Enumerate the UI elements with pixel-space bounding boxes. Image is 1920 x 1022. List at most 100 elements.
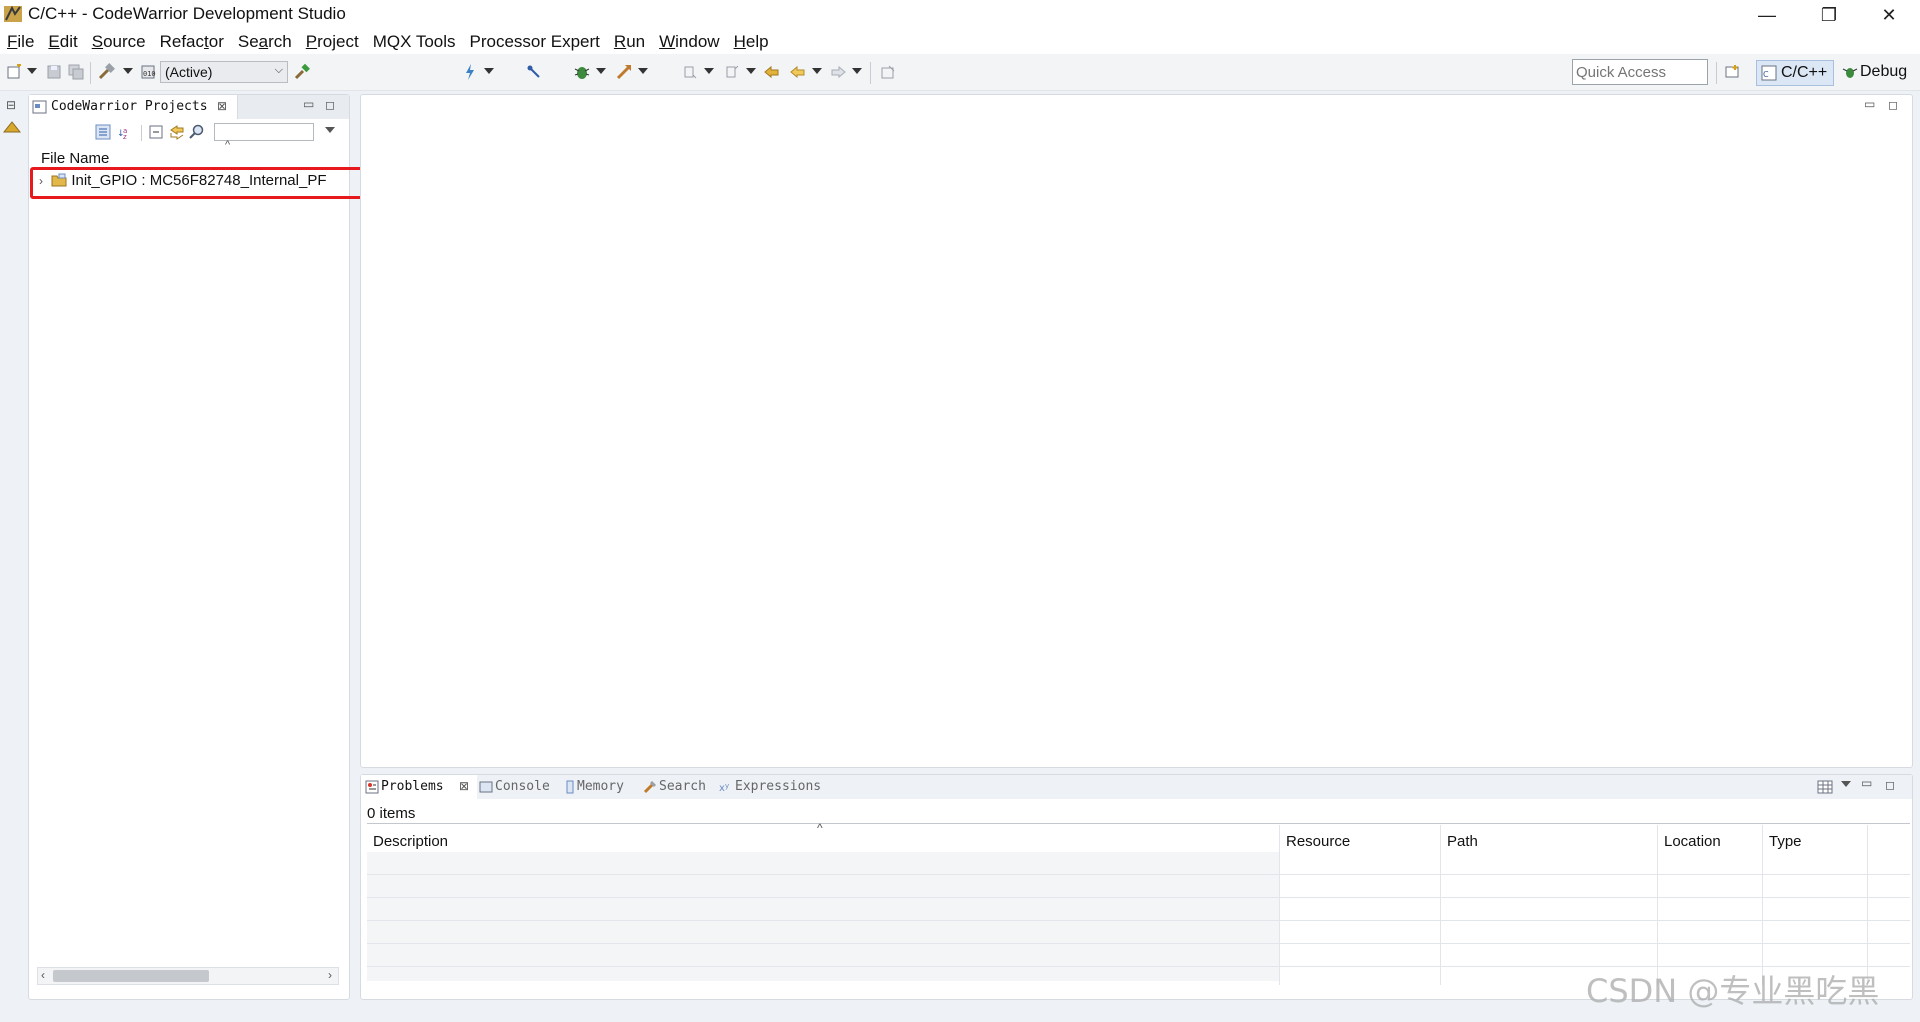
build-all-icon[interactable]: [292, 62, 312, 82]
sort-az-icon[interactable]: ↓az: [117, 124, 133, 140]
perspective-cpp-label: C/C++: [1781, 64, 1828, 81]
menu-item-0[interactable]: File: [0, 32, 41, 52]
forward-dropdown-icon[interactable]: [852, 68, 862, 74]
save-all-icon[interactable]: [66, 62, 86, 82]
debug-bug-icon[interactable]: [572, 62, 592, 82]
file-name-column-header[interactable]: File Name: [41, 150, 109, 167]
scrollbar-thumb[interactable]: [53, 970, 209, 982]
menu-item-7[interactable]: Processor Expert: [463, 32, 607, 52]
open-perspective-icon[interactable]: [1722, 62, 1742, 82]
column-resource[interactable]: Resource: [1280, 825, 1440, 865]
tab-console[interactable]: Console: [495, 779, 550, 794]
back-dropdown-icon[interactable]: [812, 68, 822, 74]
prev-annotation-dropdown-icon[interactable]: [746, 68, 756, 74]
build-hammer-icon[interactable]: [96, 62, 116, 82]
main-toolbar: 010 (Active) ⌵ Quick Access C C/C++ Debu…: [0, 54, 1920, 91]
search-flashlight-icon: [643, 780, 657, 794]
close-tab-icon[interactable]: ⊠: [459, 779, 469, 793]
link-with-editor-icon[interactable]: [169, 124, 185, 140]
pin-editor-icon[interactable]: [878, 62, 898, 82]
menu-item-8[interactable]: Run: [607, 32, 652, 52]
table-view-icon[interactable]: [1817, 780, 1833, 794]
menu-item-2[interactable]: Source: [85, 32, 153, 52]
build-dropdown-icon[interactable]: [123, 68, 133, 74]
collapse-filter-icon[interactable]: [95, 124, 111, 140]
view-menu-icon[interactable]: [1841, 781, 1851, 787]
expressions-icon: xy: [719, 782, 729, 794]
back-arrow-icon[interactable]: [788, 62, 808, 82]
svg-text:z: z: [123, 133, 127, 140]
problems-table: Description ^ Resource Path Location Typ…: [367, 821, 1910, 985]
minimize-editor-icon[interactable]: ▭: [1864, 97, 1875, 111]
chevron-down-icon: ⌵: [274, 64, 283, 76]
watermark: CSDN @专业黑吃黑: [1586, 972, 1880, 1010]
restore-button[interactable]: ❐: [1800, 0, 1858, 30]
svg-text:010: 010: [143, 70, 156, 78]
minimize-button[interactable]: —: [1738, 0, 1796, 30]
maximize-editor-icon[interactable]: ◻: [1888, 98, 1898, 112]
menu-item-9[interactable]: Window: [652, 32, 726, 52]
window-title: C/C++ - CodeWarrior Development Studio: [28, 4, 346, 23]
column-type[interactable]: Type: [1763, 825, 1867, 865]
debug-dropdown-icon[interactable]: [596, 68, 606, 74]
minimize-view-icon[interactable]: ▭: [303, 97, 314, 111]
sort-caret-icon: ^: [817, 821, 823, 835]
flash-dropdown-icon[interactable]: [484, 68, 494, 74]
codewarrior-app-icon: [4, 5, 22, 22]
build-config-value: (Active): [165, 64, 213, 80]
menu-item-10[interactable]: Help: [727, 32, 776, 52]
column-location[interactable]: Location: [1658, 825, 1762, 865]
tab-expressions[interactable]: Expressions: [735, 779, 821, 794]
maximize-panel-icon[interactable]: ◻: [1885, 778, 1895, 792]
menu-item-6[interactable]: MQX Tools: [366, 32, 463, 52]
next-annotation-icon[interactable]: [680, 62, 700, 82]
svg-text:y: y: [725, 782, 729, 790]
scroll-right-icon[interactable]: ›: [328, 968, 332, 982]
restore-view-icon[interactable]: ⊟: [6, 98, 16, 112]
close-tab-icon[interactable]: ⊠: [217, 99, 227, 113]
svg-text:C: C: [1763, 70, 1769, 79]
menu-item-5[interactable]: Project: [299, 32, 366, 52]
debug-perspective-icon: [1842, 68, 1858, 78]
forward-arrow-icon[interactable]: [828, 62, 848, 82]
menu-item-1[interactable]: Edit: [41, 32, 84, 52]
tab-memory[interactable]: Memory: [577, 779, 624, 794]
prev-annotation-icon[interactable]: [722, 62, 742, 82]
menu-bar: File Edit Source Refactor Search Project MQX T…: [0, 30, 1920, 54]
collapse-all-icon[interactable]: [149, 125, 163, 139]
next-annotation-dropdown-icon[interactable]: [704, 68, 714, 74]
search-icon[interactable]: [189, 124, 205, 140]
minimize-panel-icon[interactable]: ▭: [1861, 776, 1872, 790]
build-config-select[interactable]: (Active) ⌵: [160, 61, 288, 83]
menu-item-4[interactable]: Search: [231, 32, 299, 52]
flash-programmer-icon[interactable]: [460, 62, 480, 82]
new-icon[interactable]: [4, 62, 24, 82]
view-menu-icon[interactable]: [325, 127, 335, 133]
horizontal-scrollbar[interactable]: ‹ ›: [37, 967, 339, 985]
pin-tool-icon[interactable]: [524, 62, 544, 82]
perspective-cpp-button[interactable]: C C/C++: [1756, 60, 1834, 86]
projects-minimized-icon[interactable]: [3, 120, 21, 134]
last-edit-location-icon[interactable]: [762, 62, 782, 82]
quick-access-input[interactable]: [1572, 59, 1708, 85]
tab-search[interactable]: Search: [659, 779, 706, 794]
menu-item-3[interactable]: Refactor: [153, 32, 231, 52]
close-button[interactable]: ✕: [1860, 0, 1918, 30]
maximize-view-icon[interactable]: ◻: [325, 98, 335, 112]
run-dropdown-icon[interactable]: [638, 68, 648, 74]
build-config-icon: 010: [138, 62, 158, 82]
codewarrior-projects-view: CodeWarrior Projects ⊠ ▭ ◻ ↓ a z ^ File Na…: [28, 94, 350, 1000]
perspective-debug-label: Debug: [1860, 63, 1908, 80]
problems-item-count: 0 items: [367, 805, 416, 822]
scroll-left-icon[interactable]: ‹: [41, 968, 45, 982]
tab-problems-label: Problems: [381, 779, 444, 794]
editor-area[interactable]: ▭ ◻: [360, 94, 1913, 768]
column-path[interactable]: Path: [1441, 825, 1657, 865]
run-launch-icon[interactable]: [614, 62, 634, 82]
tab-codewarrior-projects[interactable]: CodeWarrior Projects ⊠: [29, 95, 238, 119]
highlight-box: [30, 167, 375, 199]
perspective-debug-button[interactable]: Debug: [1840, 60, 1914, 86]
save-icon[interactable]: [44, 62, 64, 82]
problems-icon: [365, 780, 379, 794]
new-dropdown-icon[interactable]: [27, 68, 37, 74]
